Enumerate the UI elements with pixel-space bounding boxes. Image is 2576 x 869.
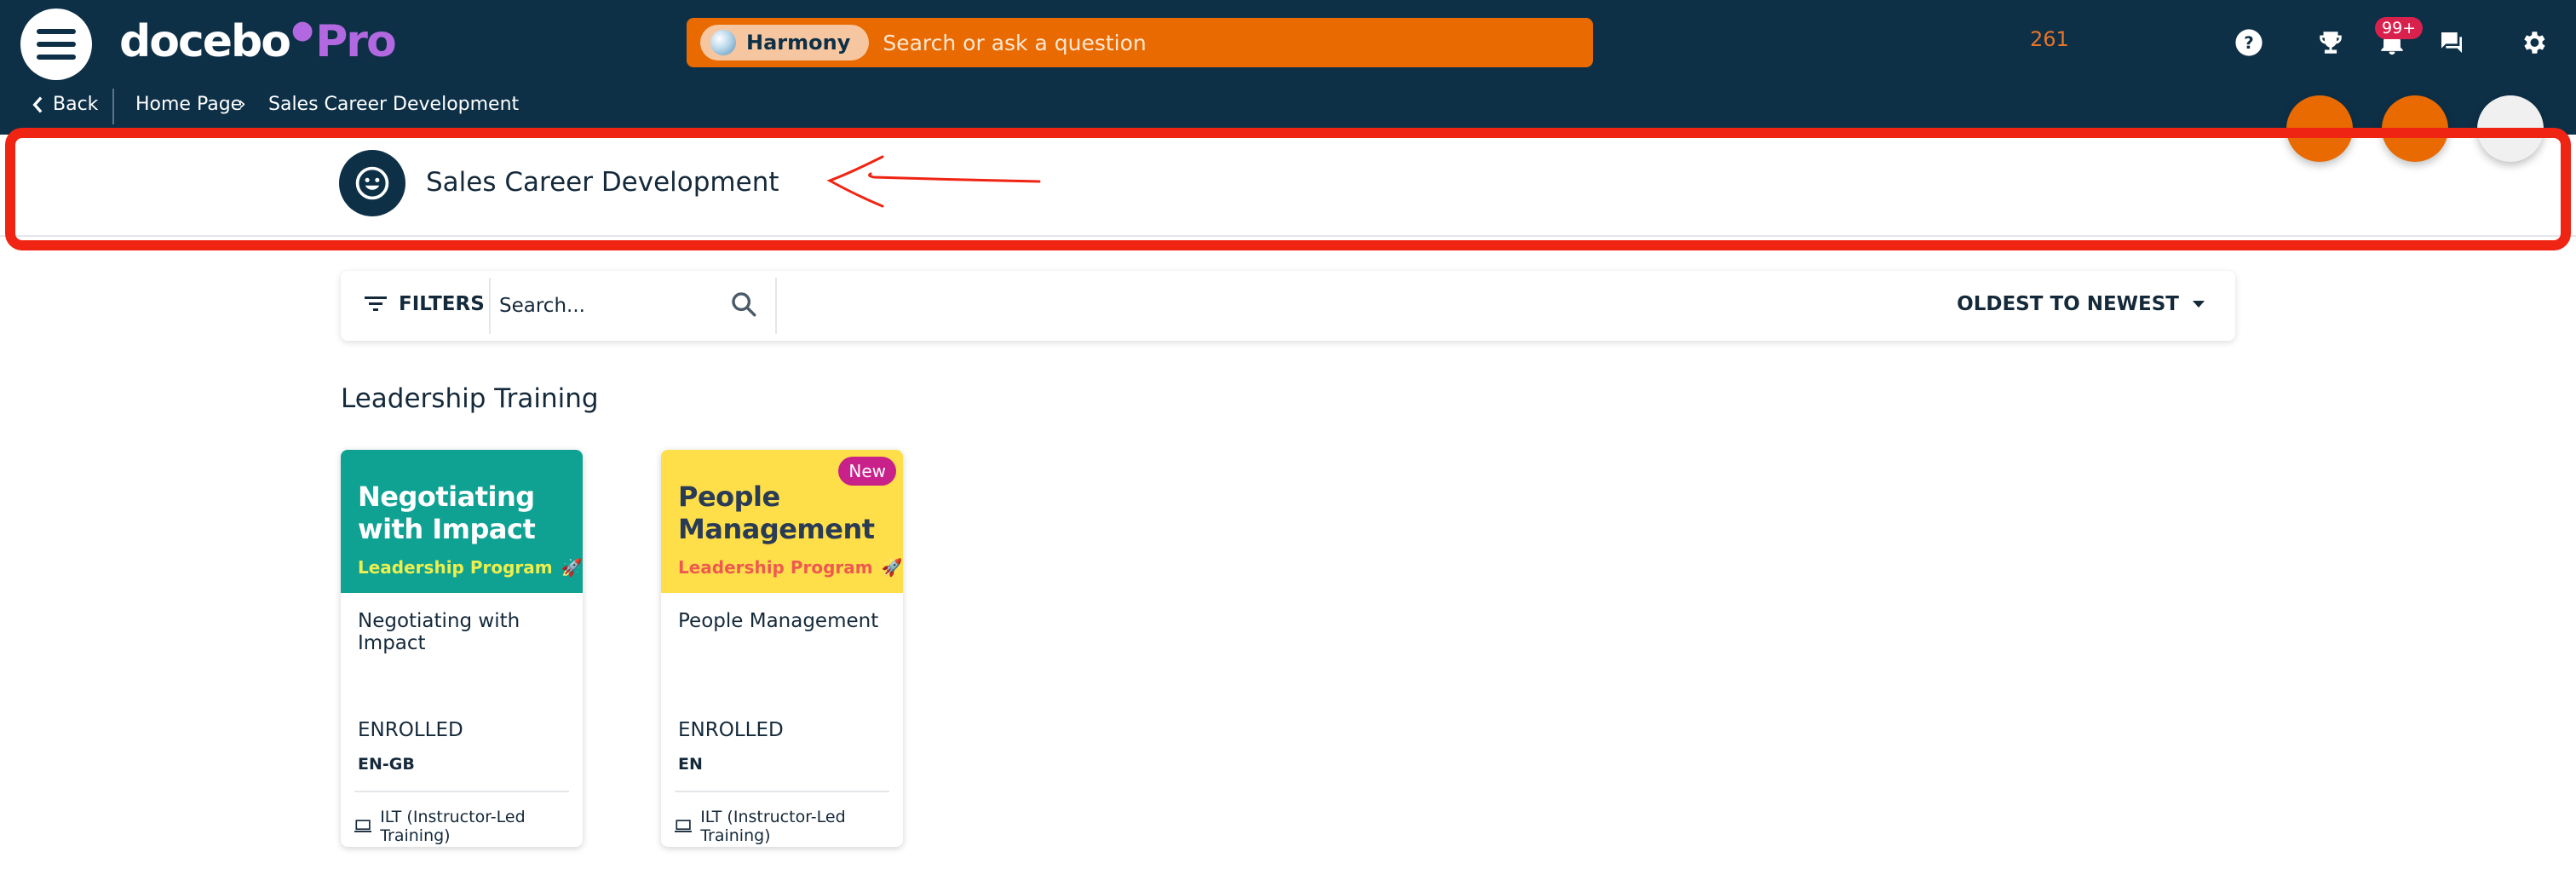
chevron-left-icon bbox=[32, 96, 43, 112]
filters-bar: FILTERS OLDEST TO NEWEST bbox=[341, 271, 2235, 341]
search-icon[interactable] bbox=[729, 290, 758, 319]
filters-label: FILTERS bbox=[399, 293, 485, 315]
card-divider bbox=[675, 791, 889, 792]
trophy-icon[interactable] bbox=[2314, 26, 2348, 60]
harmony-icon bbox=[710, 30, 736, 55]
thumbnail-subtitle: Leadership Program 🚀 bbox=[358, 557, 583, 578]
global-search-bar[interactable]: Harmony Search or ask a question bbox=[687, 18, 1593, 67]
course-language: EN-GB bbox=[358, 755, 415, 774]
course-type: ILT (Instructor-Led Training) bbox=[675, 808, 903, 845]
global-search-placeholder[interactable]: Search or ask a question bbox=[883, 31, 1146, 55]
course-name[interactable]: People Management bbox=[678, 610, 878, 632]
top-bar: docebo ● Pro Harmony Search or ask a que… bbox=[0, 0, 2576, 135]
gear-icon[interactable] bbox=[2516, 26, 2550, 60]
course-card[interactable]: Negotiating with Impact Leadership Progr… bbox=[341, 450, 583, 847]
thumbnail-title: Negotiating with Impact bbox=[358, 481, 536, 545]
course-name[interactable]: Negotiating with Impact bbox=[358, 610, 583, 654]
filters-button[interactable]: FILTERS bbox=[365, 293, 485, 315]
harmony-label: Harmony bbox=[746, 31, 851, 55]
course-type: ILT (Instructor-Led Training) bbox=[354, 808, 583, 845]
laptop-icon bbox=[354, 820, 372, 832]
laptop-icon bbox=[675, 820, 693, 832]
course-card[interactable]: People Management Leadership Program 🚀 N… bbox=[661, 450, 903, 847]
fab-light[interactable] bbox=[2477, 95, 2544, 162]
breadcrumb-current: Sales Career Development bbox=[268, 94, 520, 115]
thumbnail-title: People Management bbox=[678, 481, 875, 545]
rocket-icon: 🚀 bbox=[881, 557, 903, 578]
course-thumbnail: People Management Leadership Program 🚀 N… bbox=[661, 450, 903, 593]
menu-icon[interactable] bbox=[20, 9, 92, 80]
notification-badge: 99+ bbox=[2375, 17, 2424, 39]
filters-divider bbox=[489, 278, 491, 334]
enrollment-status: ENROLLED bbox=[358, 719, 463, 741]
section-title: Leadership Training bbox=[341, 383, 599, 414]
enrollment-status: ENROLLED bbox=[678, 719, 784, 741]
page-title: Sales Career Development bbox=[426, 167, 779, 198]
breadcrumb-divider bbox=[112, 89, 114, 124]
smiley-icon bbox=[339, 150, 405, 216]
logo-word: docebo bbox=[119, 16, 291, 67]
search-input[interactable] bbox=[499, 285, 746, 327]
page-header: Sales Career Development bbox=[0, 135, 2576, 237]
harmony-assistant-pill[interactable]: Harmony bbox=[700, 25, 870, 60]
search-divider bbox=[775, 278, 777, 334]
rocket-icon: 🚀 bbox=[561, 557, 583, 578]
course-thumbnail: Negotiating with Impact Leadership Progr… bbox=[341, 450, 583, 593]
chat-icon[interactable] bbox=[2435, 26, 2469, 60]
fab-orange-1[interactable] bbox=[2286, 95, 2353, 162]
svg-text:?: ? bbox=[2244, 33, 2254, 53]
caret-down-icon bbox=[2193, 301, 2205, 308]
filter-icon bbox=[365, 296, 387, 311]
header-counter: 261 bbox=[2030, 27, 2069, 51]
back-label: Back bbox=[53, 94, 99, 115]
course-language: EN bbox=[678, 755, 703, 774]
docebo-logo[interactable]: docebo ● Pro bbox=[119, 12, 397, 72]
card-divider bbox=[354, 791, 569, 792]
thumbnail-subtitle: Leadership Program 🚀 bbox=[678, 557, 903, 578]
logo-pro: Pro bbox=[315, 16, 396, 67]
breadcrumb-home[interactable]: Home Page bbox=[135, 94, 242, 115]
sort-label: OLDEST TO NEWEST bbox=[1957, 293, 2179, 315]
sort-dropdown[interactable]: OLDEST TO NEWEST bbox=[1957, 293, 2205, 315]
help-icon[interactable]: ? bbox=[2232, 26, 2266, 60]
fab-orange-2[interactable] bbox=[2382, 95, 2448, 162]
chevron-right-icon: › bbox=[239, 94, 246, 115]
back-button[interactable]: Back bbox=[31, 94, 98, 115]
logo-dot: ● bbox=[291, 14, 313, 45]
new-badge: New bbox=[838, 457, 896, 486]
